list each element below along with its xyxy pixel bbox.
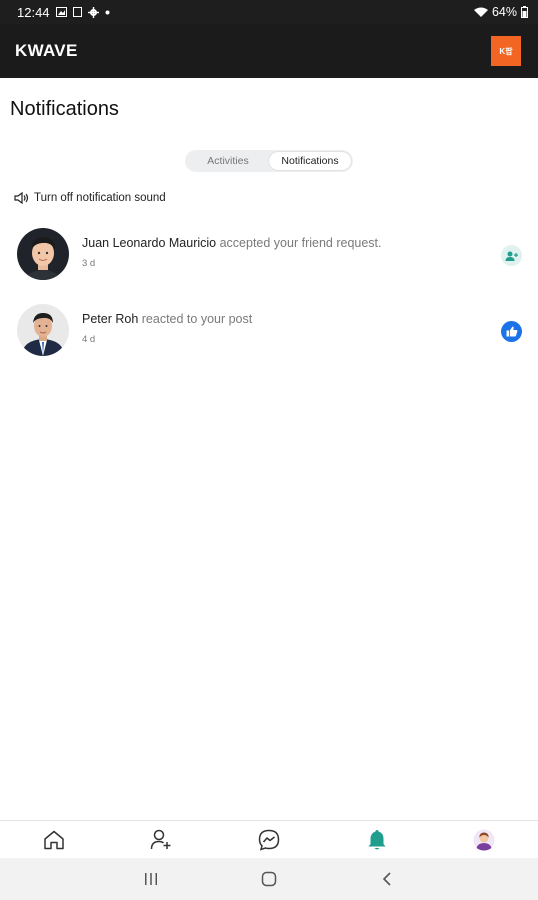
battery-icon: [521, 6, 528, 18]
friend-accepted-icon: [505, 251, 518, 261]
avatar[interactable]: [17, 304, 69, 356]
actor-name[interactable]: Peter Roh: [82, 312, 138, 326]
notification-text: Juan Leonardo Mauricio accepted your fri…: [82, 236, 382, 250]
battery-percent: 64%: [491, 5, 517, 19]
home-button[interactable]: [210, 871, 328, 887]
notification-time: 4 d: [82, 334, 96, 345]
profile-icon: [473, 829, 495, 850]
actor-name[interactable]: Juan Leonardo Mauricio: [82, 236, 216, 250]
tab-activities[interactable]: Activities: [187, 152, 269, 170]
dot-icon: [105, 10, 110, 14]
bell-icon: [368, 829, 386, 849]
status-time: 12:44: [17, 4, 50, 20]
messenger-icon: [258, 829, 280, 851]
nav-notifications[interactable]: [323, 821, 431, 858]
wifi-icon: [473, 7, 488, 17]
like-badge: [501, 321, 522, 342]
add-friend-icon: [151, 829, 171, 850]
back-icon: [382, 872, 391, 886]
image-icon: [55, 7, 67, 17]
bottom-nav: [0, 820, 538, 858]
notification-action: accepted your friend request.: [216, 236, 382, 250]
avatar[interactable]: [17, 228, 69, 280]
sound-toggle-label: Turn off notification sound: [34, 192, 166, 204]
system-nav-bar: [0, 858, 538, 900]
page-title: Notifications: [10, 98, 119, 120]
app-bar: KWAVE K팝: [0, 24, 538, 78]
sound-toggle[interactable]: Turn off notification sound: [14, 192, 166, 204]
speaker-icon: [14, 192, 29, 204]
kpop-logo[interactable]: K팝: [491, 36, 521, 66]
notification-text: Peter Roh reacted to your post: [82, 312, 252, 326]
notification-item[interactable]: Juan Leonardo Mauricio accepted your fri…: [0, 228, 538, 298]
gear-icon: [87, 6, 99, 18]
nav-home[interactable]: [0, 821, 108, 858]
notification-time: 3 d: [82, 258, 96, 269]
back-button[interactable]: [328, 871, 446, 887]
notification-action: reacted to your post: [138, 312, 253, 326]
notification-tabs: Activities Notifications: [185, 150, 353, 172]
main-content: Notifications Activities Notifications T…: [0, 78, 538, 820]
home-icon: [44, 830, 64, 849]
friend-accepted-badge: [501, 245, 522, 266]
notification-item[interactable]: Peter Roh reacted to your post 4 d: [0, 304, 538, 374]
square-icon: [72, 7, 82, 17]
nav-profile[interactable]: [430, 821, 538, 858]
status-bar: 12:44 64%: [0, 0, 538, 24]
nav-messenger[interactable]: [215, 821, 323, 858]
nav-add-friend[interactable]: [108, 821, 216, 858]
home-circle-icon: [261, 871, 277, 887]
recents-button[interactable]: [92, 872, 210, 886]
like-icon: [506, 326, 517, 337]
recents-icon: [145, 873, 157, 885]
tab-notifications[interactable]: Notifications: [269, 152, 351, 170]
app-title: KWAVE: [15, 41, 78, 60]
